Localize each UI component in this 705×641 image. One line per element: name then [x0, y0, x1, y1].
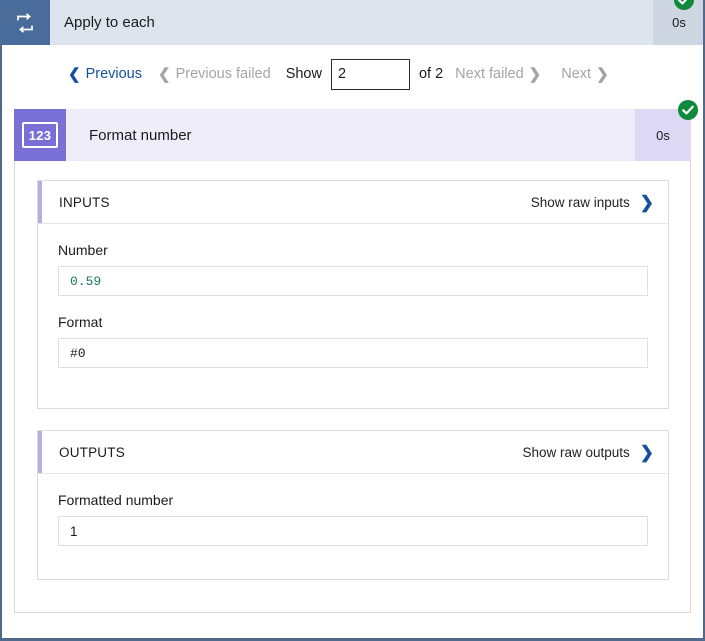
chevron-right-icon: ❯ — [528, 65, 542, 83]
iteration-pager: ❮ Previous ❮ Previous failed Show of 2 N… — [2, 45, 703, 103]
iteration-number-input[interactable] — [330, 58, 410, 90]
show-raw-outputs-link[interactable]: Show raw outputs ❯ — [522, 444, 654, 461]
run-history-panel: Apply to each 0s ❮ Previous ❮ Previous f… — [0, 0, 705, 641]
next-button[interactable]: Next ❯ — [561, 66, 608, 82]
previous-button[interactable]: ❮ Previous — [68, 66, 142, 82]
format-number-icon-text: 123 — [22, 122, 58, 148]
next-button-label: Next — [561, 66, 592, 82]
inputs-field-number-value[interactable]: 0.59 — [58, 266, 648, 296]
chevron-left-icon: ❮ — [68, 65, 81, 83]
section-accent-bar — [38, 181, 42, 223]
inputs-section-header: INPUTS Show raw inputs ❯ — [38, 181, 668, 224]
inputs-field-format-label: Format — [58, 314, 103, 330]
apply-to-each-title: Apply to each — [64, 14, 155, 31]
action-detail-panel: INPUTS Show raw inputs ❯ Number 0.59 For… — [14, 161, 691, 613]
show-raw-outputs-label: Show raw outputs — [522, 444, 630, 460]
inputs-field-number-label: Number — [58, 242, 108, 258]
previous-failed-button[interactable]: ❮ Previous failed — [158, 66, 271, 82]
chevron-right-icon: ❯ — [639, 442, 654, 462]
total-iterations-label: of 2 — [418, 66, 444, 82]
inputs-field-format-value[interactable]: #0 — [58, 338, 648, 368]
section-accent-bar — [38, 431, 42, 473]
show-raw-inputs-link[interactable]: Show raw inputs ❯ — [531, 194, 654, 211]
show-raw-inputs-label: Show raw inputs — [530, 194, 630, 210]
next-failed-button[interactable]: Next failed ❯ — [455, 66, 541, 82]
window-border-left — [0, 45, 2, 641]
format-number-icon: 123 — [14, 109, 66, 161]
loop-repeat-icon — [0, 0, 50, 45]
previous-failed-button-label: Previous failed — [175, 66, 271, 82]
format-number-action-header[interactable]: 123 Format number 0s — [14, 100, 698, 161]
outputs-section: OUTPUTS Show raw outputs ❯ Formatted num… — [37, 430, 669, 580]
format-number-title: Format number — [89, 126, 192, 144]
success-check-icon — [673, 0, 695, 11]
outputs-section-header: OUTPUTS Show raw outputs ❯ — [38, 431, 668, 474]
inputs-section-title: INPUTS — [59, 194, 110, 210]
outputs-field-formatted-number-label: Formatted number — [58, 492, 174, 508]
outputs-field-formatted-number-value[interactable]: 1 — [58, 516, 648, 546]
show-label: Show — [285, 66, 322, 82]
outputs-section-title: OUTPUTS — [59, 444, 125, 460]
apply-to-each-header[interactable]: Apply to each 0s — [0, 0, 705, 45]
inputs-field-format: Format #0 — [38, 296, 668, 368]
outputs-field-formatted-number: Formatted number 1 — [38, 474, 668, 546]
inputs-section: INPUTS Show raw inputs ❯ Number 0.59 For… — [37, 180, 669, 409]
next-failed-button-label: Next failed — [455, 66, 524, 82]
previous-button-label: Previous — [85, 66, 142, 82]
success-check-icon — [677, 99, 699, 121]
chevron-right-icon: ❯ — [639, 192, 654, 212]
chevron-right-icon: ❯ — [596, 65, 609, 83]
inputs-field-number: Number 0.59 — [38, 224, 668, 296]
chevron-left-icon: ❮ — [158, 65, 171, 83]
